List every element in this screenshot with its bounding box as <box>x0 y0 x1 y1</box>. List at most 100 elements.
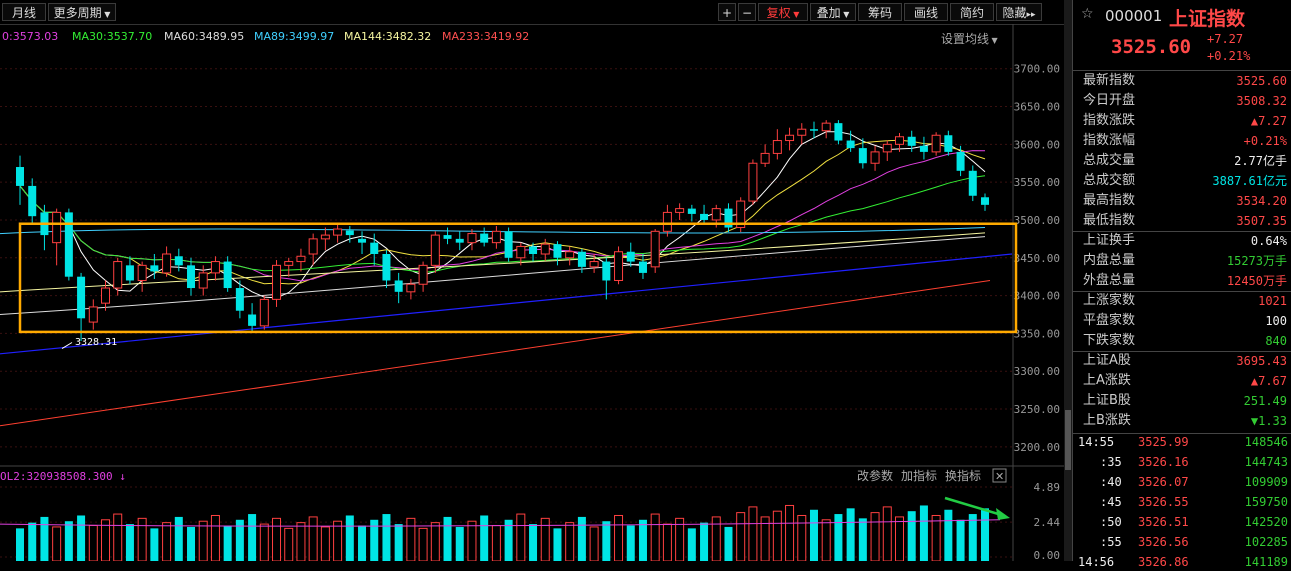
volume-bar <box>382 514 391 561</box>
candle-body <box>28 185 37 217</box>
stat-label: 最新指数 <box>1083 73 1136 88</box>
stat-label: 上B涨跌 <box>1083 413 1131 428</box>
price-change-pct: +0.21% <box>1207 49 1251 63</box>
volume-bar <box>785 504 795 561</box>
volume-bar <box>626 525 635 561</box>
volume-bar <box>320 526 330 561</box>
candle-body <box>907 136 916 146</box>
stat-value: +0.21% <box>1243 134 1287 148</box>
volume-bar <box>443 516 452 561</box>
volume-bar <box>736 512 746 561</box>
price-tick-label: 3300.00 <box>1014 365 1060 378</box>
volume-bar <box>968 514 977 561</box>
stat-row: 上证A股 3695.43 <box>1083 351 1287 371</box>
candle-body <box>320 234 330 240</box>
candle-body <box>443 235 452 239</box>
stat-label: 总成交额 <box>1083 173 1136 188</box>
candle-body <box>638 261 647 273</box>
stat-value: 1021 <box>1258 294 1287 308</box>
stat-label: 指数涨跌 <box>1083 113 1136 128</box>
stat-value: 100 <box>1265 314 1287 328</box>
stat-row: 上A涨跌 ▲7.67 <box>1083 371 1287 391</box>
candle-body <box>150 265 159 272</box>
candle-body <box>504 231 513 258</box>
index-name: 上证指数 <box>1169 8 1246 30</box>
volume-tab[interactable]: 加指标 <box>901 468 937 483</box>
vertical-scrollbar[interactable] <box>1064 0 1072 561</box>
stat-label: 上证A股 <box>1083 353 1131 368</box>
volume-bar <box>210 514 220 561</box>
stat-value: 0.64% <box>1250 234 1287 248</box>
tick-volume: 148546 <box>1244 435 1288 449</box>
candle-body <box>968 170 977 196</box>
kline-chart[interactable]: 3700.00 3650.00 3600.00 3550.00 3500.00 3450.… <box>0 0 1070 561</box>
volume-tab[interactable]: 换指标 <box>945 468 981 483</box>
tick-row: :50 3526.51 142520 <box>1078 514 1288 531</box>
stat-row: 上证换手 0.64% <box>1083 231 1287 251</box>
candle-body <box>809 129 818 131</box>
tick-time: :45 <box>1100 495 1122 509</box>
stat-value: 3887.61亿元 <box>1212 174 1287 188</box>
volume-bar <box>345 515 354 561</box>
candle-body <box>821 122 831 132</box>
volume-bar <box>28 522 37 561</box>
volume-bar <box>333 520 343 561</box>
candle-body <box>333 228 343 236</box>
volume-legend: OL2:320938508.300 ↓ <box>0 470 126 483</box>
volume-bar <box>77 515 86 561</box>
volume-tab[interactable]: 改参数 <box>857 468 893 483</box>
tick-time: :35 <box>1100 455 1122 469</box>
stat-label: 指数涨幅 <box>1083 133 1136 148</box>
candle-body <box>540 243 550 255</box>
volume-bar <box>602 521 611 561</box>
tick-volume: 102285 <box>1244 535 1288 549</box>
candle-body <box>700 213 709 220</box>
candle-body <box>626 251 635 262</box>
candle-body <box>430 234 440 266</box>
volume-bar <box>64 521 73 561</box>
tick-volume: 159750 <box>1244 495 1288 509</box>
tick-row: :40 3526.07 109909 <box>1078 474 1288 491</box>
volume-bar <box>834 514 843 561</box>
volume-bar <box>614 514 624 561</box>
volume-bar <box>724 526 733 561</box>
volume-bar <box>809 509 818 561</box>
candle-body <box>565 251 575 259</box>
volume-bar <box>308 516 318 561</box>
stat-value: ▲7.27 <box>1250 114 1287 128</box>
volume-bar <box>284 527 294 561</box>
volume-bar <box>748 506 758 561</box>
candle-body <box>516 245 526 259</box>
stat-value: 251.49 <box>1243 394 1287 408</box>
tick-volume: 144743 <box>1244 455 1288 469</box>
candle-body <box>662 211 672 232</box>
volume-bar <box>772 510 782 561</box>
candle-body <box>870 151 880 164</box>
price-tick-label: 3450.00 <box>1014 252 1060 265</box>
candle-body <box>675 208 685 213</box>
volume-bar <box>894 516 904 561</box>
candle-body <box>113 261 123 289</box>
volume-bar <box>150 528 159 561</box>
stat-value: 15273万手 <box>1226 254 1287 268</box>
volume-bar <box>223 525 232 561</box>
star-icon[interactable]: ☆ <box>1081 6 1094 22</box>
tick-row: :35 3526.16 144743 <box>1078 454 1288 471</box>
low-marker-label: 3328.31 <box>75 337 117 348</box>
candle-body <box>52 211 62 244</box>
stat-label: 上证B股 <box>1083 393 1131 408</box>
candle-body <box>491 230 501 244</box>
candle-body <box>174 256 183 266</box>
tick-price: 3526.07 <box>1138 475 1189 489</box>
candle-body <box>284 261 294 266</box>
tick-row: 14:56 3526.86 141189 <box>1078 554 1288 571</box>
stat-row: 指数涨幅 +0.21% <box>1083 131 1287 151</box>
candle-body <box>406 283 416 293</box>
volume-bar <box>467 520 477 561</box>
candle-body <box>589 261 599 268</box>
volume-bar <box>662 523 672 561</box>
candle-body <box>259 298 269 327</box>
stat-value: 12450万手 <box>1226 274 1287 288</box>
volume-bar <box>296 522 306 561</box>
scrollbar-thumb[interactable] <box>1065 410 1071 470</box>
